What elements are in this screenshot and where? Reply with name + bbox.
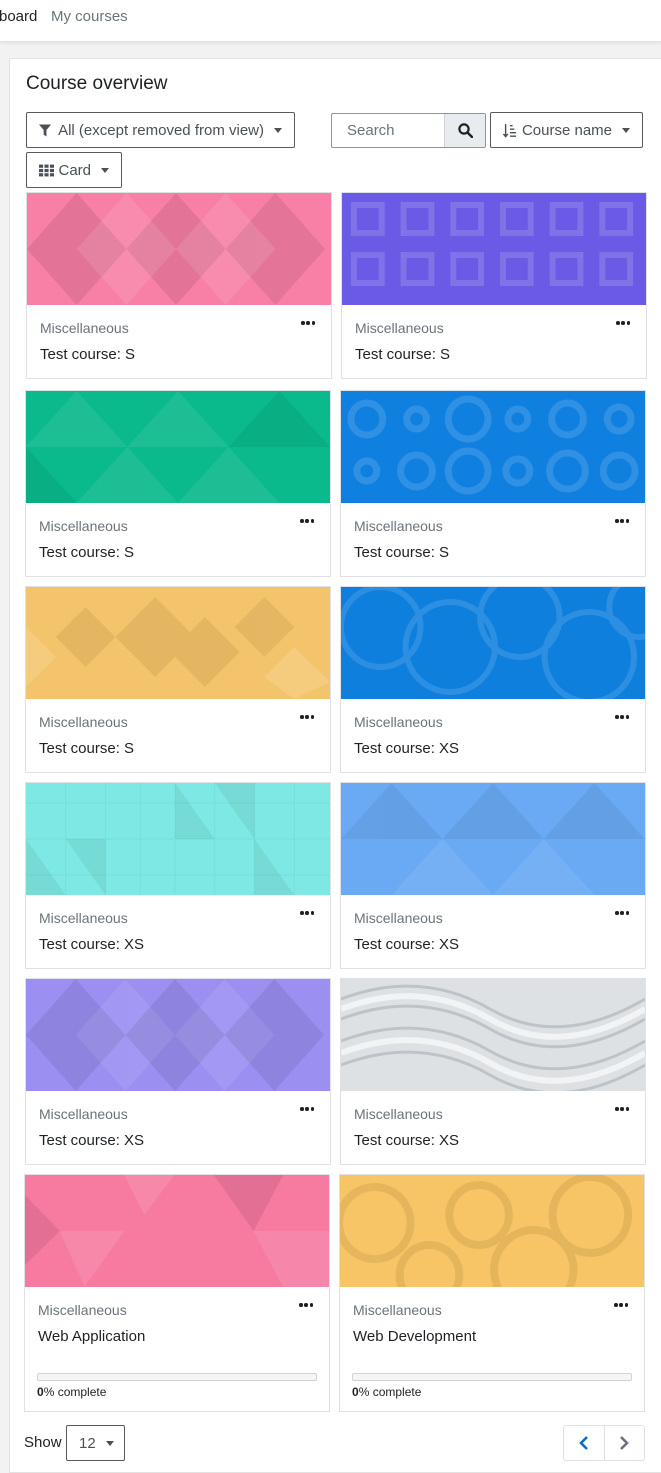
course-category: Miscellaneous [354, 714, 443, 730]
nav-dashboard-link[interactable]: board [0, 8, 37, 25]
ellipsis-icon[interactable] [615, 909, 629, 917]
course-category: Miscellaneous [354, 1106, 443, 1122]
chevron-left-icon [578, 1436, 588, 1450]
grid-icon [39, 164, 55, 176]
filter-icon [39, 123, 52, 137]
course-image[interactable] [26, 783, 330, 895]
ellipsis-icon[interactable] [615, 713, 629, 721]
course-image[interactable] [340, 1175, 644, 1287]
sort-label: Course name [521, 121, 612, 139]
search-button[interactable] [444, 114, 485, 147]
course-category: Miscellaneous [39, 1106, 128, 1122]
course-name-link[interactable]: Test course: XS [354, 740, 459, 757]
progress-suffix: % complete [43, 1385, 107, 1399]
ellipsis-icon[interactable] [614, 1301, 628, 1309]
nav-my-courses-link[interactable]: My courses [51, 8, 128, 25]
course-category: Miscellaneous [39, 910, 128, 926]
course-category: Miscellaneous [39, 518, 128, 534]
progress-suffix: % complete [358, 1385, 422, 1399]
previous-page-button[interactable] [564, 1426, 604, 1460]
sort-dropdown[interactable]: Course name [490, 112, 643, 148]
course-image[interactable] [27, 193, 331, 305]
ellipsis-icon[interactable] [616, 319, 630, 327]
course-card[interactable]: Miscellaneous Test course: S [26, 192, 332, 379]
search-input[interactable] [332, 114, 444, 147]
course-category: Miscellaneous [39, 714, 128, 730]
course-card[interactable]: Miscellaneous Test course: XS [25, 978, 331, 1165]
course-name-link[interactable]: Test course: S [39, 544, 134, 561]
grouping-filter-label: All (except removed from view) [58, 121, 264, 139]
page-title: Course overview [26, 73, 168, 94]
search-field[interactable] [331, 113, 486, 148]
course-card[interactable]: Miscellaneous Test course: XS [340, 782, 646, 969]
course-category: Miscellaneous [354, 518, 443, 534]
course-name-link[interactable]: Test course: XS [39, 936, 144, 953]
course-category: Miscellaneous [38, 1302, 127, 1318]
course-image[interactable] [26, 587, 330, 699]
progress-bar [352, 1373, 632, 1381]
course-category: Miscellaneous [40, 320, 129, 336]
progress-bar [37, 1373, 317, 1381]
progress-text: 0% complete [352, 1385, 421, 1399]
ellipsis-icon[interactable] [301, 319, 315, 327]
course-name-link[interactable]: Test course: S [40, 346, 135, 363]
course-image[interactable] [341, 391, 645, 503]
course-name-link[interactable]: Test course: XS [39, 1132, 144, 1149]
top-navbar: board My courses [0, 0, 661, 42]
course-category: Miscellaneous [353, 1302, 442, 1318]
show-label: Show [24, 1434, 62, 1451]
course-card[interactable]: Miscellaneous Test course: S [25, 390, 331, 577]
course-image[interactable] [342, 193, 646, 305]
chevron-down-icon [274, 127, 282, 133]
course-image[interactable] [25, 1175, 329, 1287]
course-image[interactable] [26, 979, 330, 1091]
chevron-down-icon [105, 1440, 114, 1446]
course-image[interactable] [341, 783, 645, 895]
course-name-link[interactable]: Test course: XS [354, 936, 459, 953]
progress-percent: 0 [352, 1385, 359, 1399]
course-image[interactable] [341, 979, 645, 1091]
per-page-value: 12 [79, 1434, 96, 1452]
ellipsis-icon[interactable] [300, 1105, 314, 1113]
course-name-link[interactable]: Test course: XS [354, 1132, 459, 1149]
display-mode-dropdown[interactable]: Card [26, 152, 122, 188]
course-name-link[interactable]: Web Application [38, 1328, 145, 1345]
course-card[interactable]: Miscellaneous Test course: S [25, 586, 331, 773]
ellipsis-icon[interactable] [300, 713, 314, 721]
course-category: Miscellaneous [355, 320, 444, 336]
course-card[interactable]: Miscellaneous Test course: S [341, 192, 647, 379]
progress-text: 0% complete [37, 1385, 106, 1399]
ellipsis-icon[interactable] [300, 909, 314, 917]
course-image[interactable] [26, 391, 330, 503]
course-card[interactable]: Miscellaneous Web Development 0% complet… [339, 1174, 645, 1412]
chevron-down-icon [622, 127, 630, 133]
search-icon [457, 123, 473, 138]
course-image[interactable] [341, 587, 645, 699]
ellipsis-icon[interactable] [615, 1105, 629, 1113]
pagination-controls [563, 1425, 645, 1461]
grouping-filter-dropdown[interactable]: All (except removed from view) [26, 112, 295, 148]
ellipsis-icon[interactable] [299, 1301, 313, 1309]
course-card[interactable]: Miscellaneous Test course: XS [340, 586, 646, 773]
progress-percent: 0 [37, 1385, 44, 1399]
course-card[interactable]: Miscellaneous Web Application 0% complet… [24, 1174, 330, 1412]
course-name-link[interactable]: Test course: S [354, 544, 449, 561]
per-page-dropdown[interactable]: 12 [66, 1425, 125, 1461]
next-page-button[interactable] [603, 1426, 645, 1460]
course-card[interactable]: Miscellaneous Test course: S [340, 390, 646, 577]
course-card[interactable]: Miscellaneous Test course: XS [340, 978, 646, 1165]
course-card[interactable]: Miscellaneous Test course: XS [25, 782, 331, 969]
course-name-link[interactable]: Test course: S [39, 740, 134, 757]
chevron-right-icon [620, 1436, 630, 1450]
ellipsis-icon[interactable] [300, 517, 314, 525]
sort-alpha-icon [503, 123, 517, 138]
ellipsis-icon[interactable] [615, 517, 629, 525]
course-name-link[interactable]: Web Development [353, 1328, 476, 1345]
course-name-link[interactable]: Test course: S [355, 346, 450, 363]
display-mode-label: Card [58, 161, 91, 179]
course-category: Miscellaneous [354, 910, 443, 926]
chevron-down-icon [101, 167, 109, 173]
